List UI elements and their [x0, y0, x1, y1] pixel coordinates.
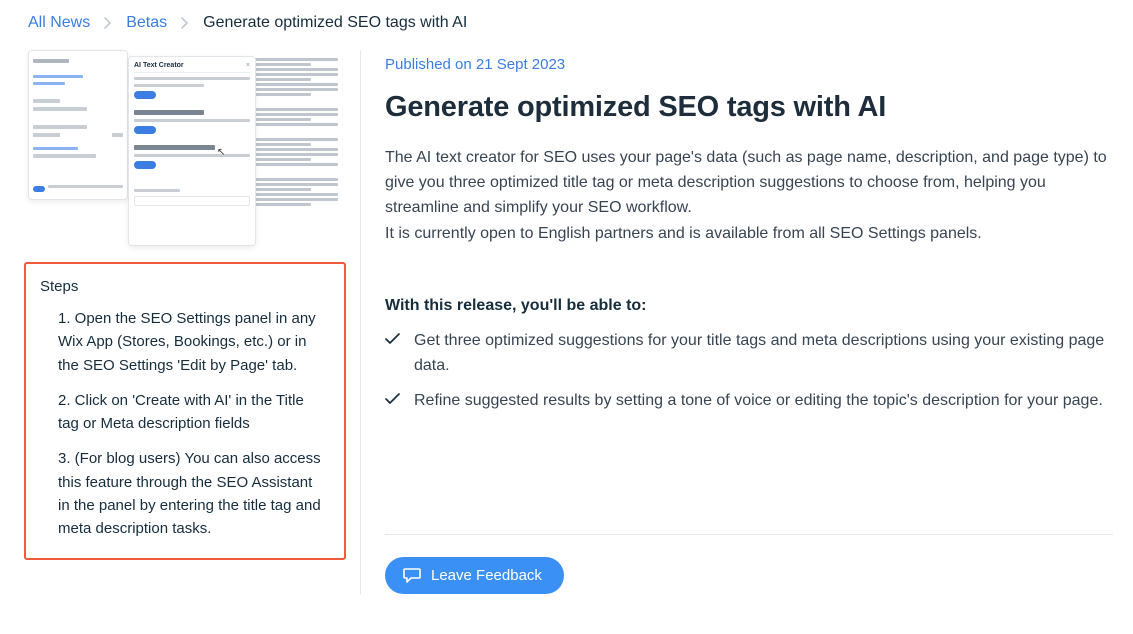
step-item: 3. (For blog users) You can also access …: [40, 447, 328, 540]
breadcrumb: All News Betas Generate optimized SEO ta…: [0, 0, 1133, 50]
check-icon: [385, 392, 400, 410]
check-icon: [385, 332, 400, 350]
feature-screenshot-thumbnail: AI Text Creator × ↖: [28, 50, 338, 250]
speech-bubble-icon: [403, 567, 421, 583]
page-title: Generate optimized SEO tags with AI: [385, 91, 1113, 124]
step-item: 1. Open the SEO Settings panel in any Wi…: [40, 307, 328, 377]
steps-heading: Steps: [40, 278, 328, 295]
breadcrumb-root-link[interactable]: All News: [28, 14, 90, 32]
list-item-text: Refine suggested results by setting a to…: [414, 389, 1103, 414]
list-item-text: Get three optimized suggestions for your…: [414, 329, 1113, 379]
chevron-right-icon: [181, 17, 189, 29]
list-item: Get three optimized suggestions for your…: [385, 329, 1113, 379]
steps-box: Steps 1. Open the SEO Settings panel in …: [24, 262, 346, 560]
published-date: Published on 21 Sept 2023: [385, 50, 1113, 73]
intro-paragraph: It is currently open to English partners…: [385, 222, 1113, 247]
list-item: Refine suggested results by setting a to…: [385, 389, 1113, 414]
breadcrumb-current: Generate optimized SEO tags with AI: [203, 14, 467, 32]
release-heading: With this release, you'll be able to:: [385, 297, 1113, 315]
chevron-right-icon: [104, 17, 112, 29]
feedback-button-label: Leave Feedback: [431, 567, 542, 584]
leave-feedback-button[interactable]: Leave Feedback: [385, 557, 564, 594]
section-divider: [385, 534, 1113, 535]
step-item: 2. Click on 'Create with AI' in the Titl…: [40, 389, 328, 436]
thumb-panel-title: AI Text Creator: [134, 62, 184, 69]
breadcrumb-mid-link[interactable]: Betas: [126, 14, 167, 32]
release-list: Get three optimized suggestions for your…: [385, 329, 1113, 413]
cursor-icon: ↖: [217, 147, 225, 158]
intro-paragraph: The AI text creator for SEO uses your pa…: [385, 146, 1113, 220]
